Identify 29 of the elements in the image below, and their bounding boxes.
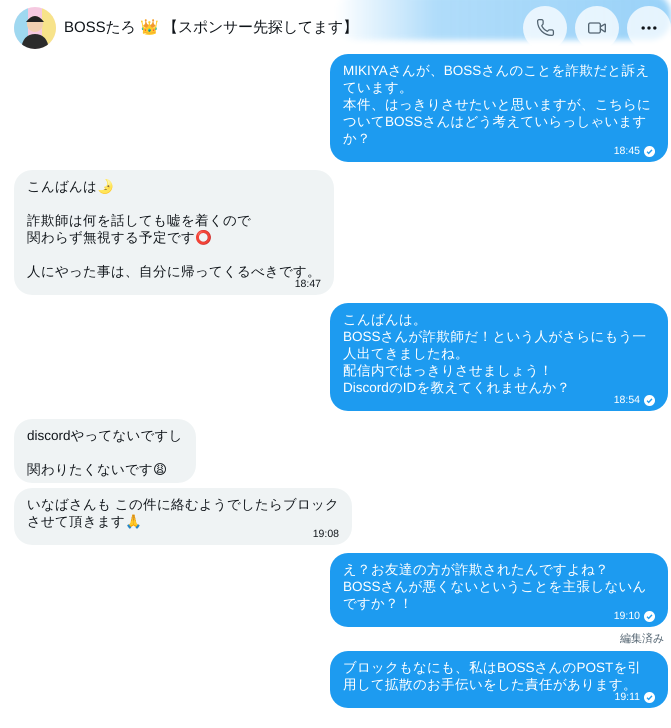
contact-name: BOSSたろ 👑 【スポンサー先探してます】	[64, 18, 358, 37]
message-time: 18:45	[614, 145, 640, 157]
message-text: いなばさんも この件に絡むようでしたらブロックさせて頂きます🙏	[27, 496, 339, 530]
message-text: discordやってないですし	[27, 427, 183, 444]
message-time: 19:10	[614, 610, 640, 622]
avatar	[14, 6, 56, 48]
message-text: こんばんは🌛	[27, 178, 115, 195]
message-time: 19:11	[614, 691, 640, 703]
message-text: 人にやった事は、自分に帰ってくるべきです。	[27, 263, 321, 280]
read-check-icon	[644, 610, 655, 622]
message-text: 関わりたくないです😩	[27, 461, 168, 478]
read-check-icon	[644, 692, 655, 702]
message-text: ブロックもなにも、私はBOSSさんのPOSTを引用して拡散のお手伝いをした責任があります。	[343, 659, 642, 692]
read-check-icon	[644, 394, 655, 406]
message-text: こんばんは。	[343, 311, 428, 328]
message-text: 本件、はっきりさせたいと思いますが、こちらについてBOSSさんはどう考えていらっしゃいますか？	[343, 96, 652, 146]
message-text: え？お友達の方が詐欺されたんですよね？	[343, 561, 610, 578]
message-time: 18:54	[614, 394, 640, 406]
message-text: DiscordのIDを教えてくれませんか？	[343, 379, 572, 396]
message-text: BOSSさんが詐欺師だ！という人がさらにもう一人出てきましたね。	[343, 328, 648, 362]
message-time: 19:08	[312, 528, 339, 540]
message-text: 詐欺師は何を話しても嘘を着くので	[27, 212, 252, 229]
read-check-icon	[644, 146, 655, 156]
edited-label: 編集済み	[620, 632, 664, 646]
message-text: 関わらず無視する予定です⭕	[27, 229, 213, 246]
message-text: MIKIYAさんが、BOSSさんのことを詐欺だと訴えています。	[343, 62, 650, 96]
message-text: BOSSさんが悪くないということを主張しないんですか？！	[343, 578, 648, 612]
message-text: 配信内ではっきりさせましょう！	[343, 362, 554, 379]
message-time: 18:47	[294, 278, 321, 290]
